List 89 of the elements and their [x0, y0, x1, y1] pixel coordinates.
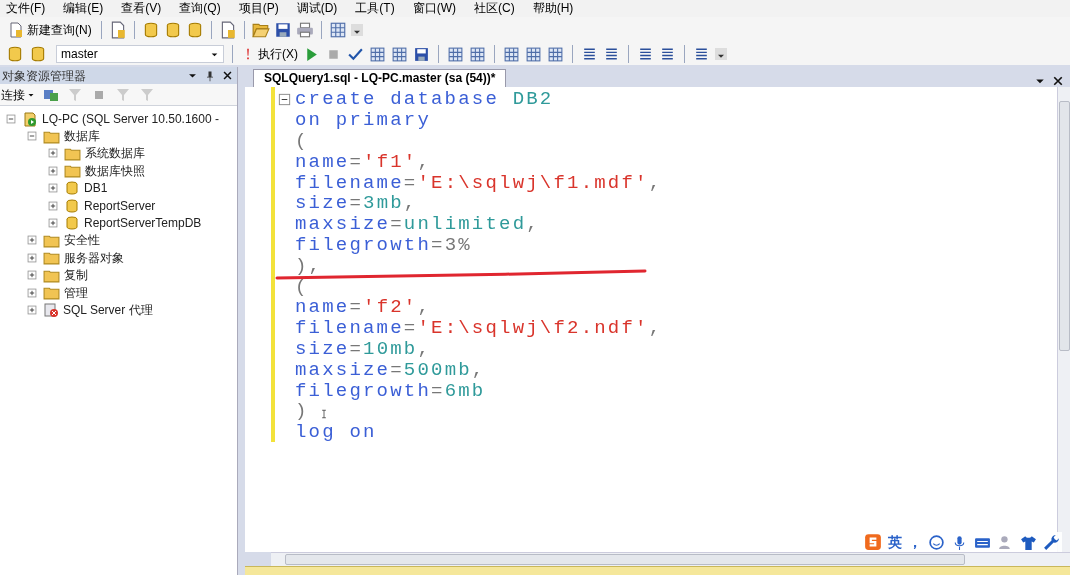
expand-icon[interactable]	[46, 181, 60, 196]
new-document-icon	[8, 22, 24, 38]
input-mode-toggle[interactable]: 英	[888, 531, 902, 553]
code-line: filename='E:\sqlwj\f1.mdf',	[294, 172, 663, 193]
database-icon	[64, 180, 80, 197]
menu-item[interactable]: 社区(C)	[474, 1, 515, 16]
code-line: maxsize=500mb,	[294, 359, 486, 380]
agent-icon	[43, 302, 59, 318]
code-line: (	[294, 131, 309, 151]
code-line: maxsize=unlimited,	[294, 214, 540, 235]
database-icon	[64, 197, 80, 214]
grid-icon[interactable]	[328, 21, 347, 39]
tree-item[interactable]: 数据库	[64, 127, 100, 146]
execute-button[interactable]: 执行(X)	[241, 45, 298, 63]
server-icon	[22, 110, 38, 127]
overflow-icon[interactable]	[350, 23, 363, 37]
wrench-icon[interactable]	[1043, 533, 1060, 551]
code-line: filename='E:\sqlwj\f2.ndf',	[294, 318, 663, 339]
menu-item[interactable]: 调试(D)	[296, 1, 338, 16]
grid-icon[interactable]	[369, 45, 386, 63]
menu-item[interactable]: 查看(V)	[121, 1, 162, 16]
grid-icon[interactable]	[525, 45, 542, 63]
tree-item[interactable]: 数据库快照	[85, 161, 145, 180]
code-line: create database DB2	[294, 89, 554, 110]
code-line: filegrowth=6mb	[294, 380, 486, 401]
expand-icon[interactable]	[25, 303, 39, 317]
menu-item[interactable]: 窗口(W)	[412, 1, 456, 16]
grid-icon[interactable]	[391, 45, 408, 63]
panel-title: 对象资源管理器	[2, 67, 87, 85]
database-icon	[64, 215, 80, 232]
expand-icon[interactable]	[46, 216, 60, 231]
grid-icon[interactable]	[503, 45, 520, 63]
s-logo-icon[interactable]	[864, 533, 882, 551]
vertical-scrollbar[interactable]	[1057, 87, 1070, 552]
tree-item[interactable]: 系统数据库	[85, 144, 145, 163]
code-line: on primary	[294, 110, 432, 131]
database-dropdown[interactable]: master	[56, 45, 224, 63]
grid-icon[interactable]	[547, 45, 564, 63]
tree-item[interactable]: 安全性	[64, 231, 100, 250]
expand-icon[interactable]	[25, 268, 39, 283]
editor-tab[interactable]: SQLQuery1.sql - LQ-PC.master (sa (54))*	[253, 69, 507, 87]
code-line: log on	[294, 422, 377, 443]
code-line: )	[294, 401, 309, 422]
tree-item[interactable]: 服务器对象	[64, 248, 124, 267]
menu-item[interactable]: 帮助(H)	[532, 1, 574, 16]
printer-icon[interactable]	[295, 21, 314, 39]
connect-button[interactable]: 连接	[1, 85, 35, 104]
grid-icon[interactable]	[469, 45, 486, 63]
code-line: size=3mb,	[294, 193, 418, 214]
tree-item[interactable]: ReportServerTempDB	[84, 214, 202, 233]
code-line: name='f2',	[294, 297, 432, 318]
new-query-button[interactable]: 新建查询(N)	[6, 21, 94, 39]
tree-item[interactable]: DB1	[84, 179, 108, 198]
save-icon[interactable]	[273, 21, 292, 39]
expand-icon[interactable]	[25, 233, 39, 248]
code-line: (	[294, 276, 309, 297]
close-icon[interactable]	[1052, 75, 1064, 87]
horizontal-scrollbar[interactable]	[271, 552, 1070, 566]
save-icon[interactable]	[413, 45, 430, 63]
tree-item[interactable]: 复制	[64, 266, 88, 285]
expand-icon[interactable]	[46, 163, 60, 178]
menu-item[interactable]: 项目(P)	[238, 1, 279, 16]
menu-item[interactable]: 查询(Q)	[179, 1, 221, 16]
menu-item[interactable]: 工具(T)	[355, 1, 395, 16]
shirt-icon[interactable]	[1020, 533, 1037, 551]
open-folder-icon[interactable]	[251, 21, 270, 39]
code-line: ),	[294, 255, 323, 276]
collapse-icon[interactable]	[277, 91, 292, 107]
code-line: size=10mb,	[294, 338, 432, 359]
punctuation-toggle[interactable]: ，	[908, 531, 922, 553]
expand-icon[interactable]	[25, 285, 39, 300]
menu-item[interactable]: 编辑(E)	[63, 1, 104, 16]
tree-item[interactable]: 管理	[64, 283, 88, 302]
overflow-icon[interactable]	[715, 47, 727, 61]
expand-icon[interactable]	[46, 198, 60, 213]
database-icon[interactable]	[6, 45, 24, 63]
expand-icon[interactable]	[46, 146, 60, 161]
code-line: filegrowth=3%	[294, 234, 472, 255]
collapse-icon[interactable]	[25, 129, 39, 144]
menu-item[interactable]: 文件(F)	[6, 1, 46, 16]
tree-item[interactable]: SQL Server 代理	[63, 301, 153, 319]
code-line: name='f1',	[294, 151, 432, 172]
grid-icon[interactable]	[447, 45, 464, 63]
expand-icon[interactable]	[25, 250, 39, 265]
close-icon[interactable]	[222, 70, 233, 81]
tree-item[interactable]: ReportServer	[84, 196, 156, 215]
tree-item[interactable]: LQ-PC (SQL Server 10.50.1600 -	[42, 109, 219, 128]
collapse-icon[interactable]	[4, 111, 18, 126]
smiley-icon[interactable]	[928, 533, 945, 551]
